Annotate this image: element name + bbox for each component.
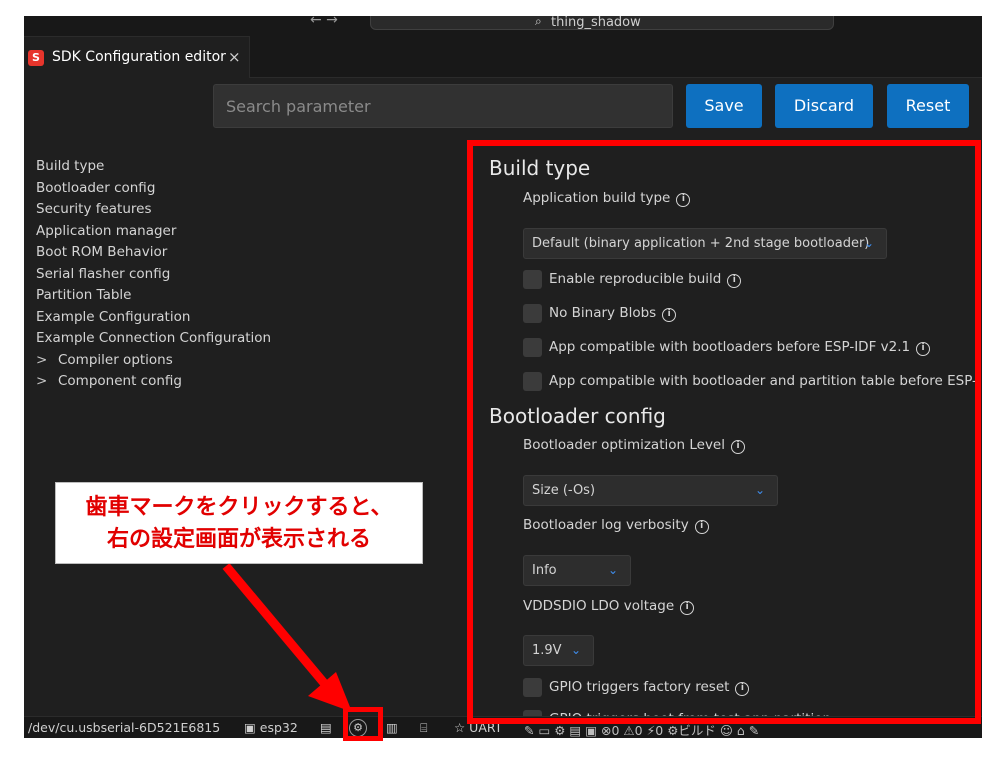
- annotation-arrow: [222, 563, 352, 712]
- callout-line-1: 歯車マークをクリックすると、: [85, 495, 393, 520]
- arrow-shaft: [222, 563, 328, 686]
- annotation-callout: 歯車マークをクリックすると、 右の設定画面が表示される: [55, 482, 423, 564]
- callout-line-2: 右の設定画面が表示される: [106, 527, 371, 552]
